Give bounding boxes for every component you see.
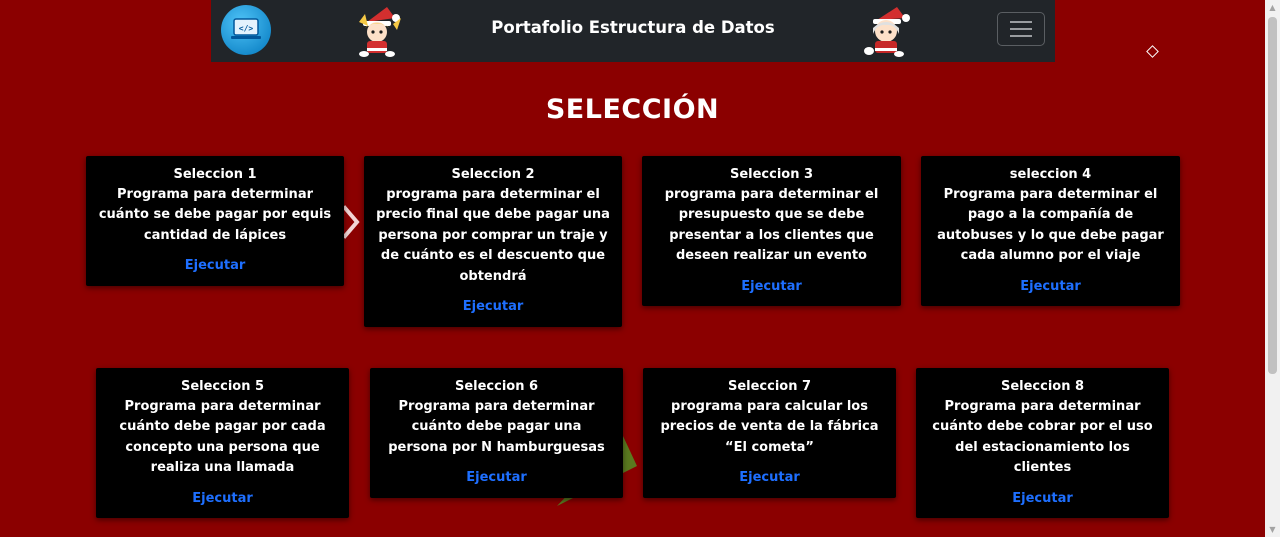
selection-card-5: Seleccion 5 Programa para determinar cuá… xyxy=(96,368,349,518)
selection-card-7: Seleccion 7 programa para calcular los p… xyxy=(643,368,896,498)
selection-card-6: Seleccion 6 Programa para determinar cuá… xyxy=(370,368,623,498)
execute-link[interactable]: Ejecutar xyxy=(655,470,884,485)
card-title: Seleccion 8 xyxy=(1000,379,1085,394)
scrollbar-thumb[interactable] xyxy=(1268,17,1277,374)
selection-card-4: seleccion 4 Programa para determinar el … xyxy=(921,156,1180,306)
card-title: Seleccion 5 xyxy=(180,379,265,394)
execute-link[interactable]: Ejecutar xyxy=(108,491,337,506)
card-description: Programa para determinar el pago a la co… xyxy=(937,187,1164,264)
card-description: programa para determinar el presupuesto … xyxy=(664,187,879,264)
selection-card-3: Seleccion 3 programa para determinar el … xyxy=(642,156,901,306)
execute-link[interactable]: Ejecutar xyxy=(928,491,1157,506)
card-description: Programa para determinar cuánto debe cob… xyxy=(932,399,1153,476)
vertical-scrollbar[interactable]: ▲ ▼ xyxy=(1265,0,1280,537)
card-description: Programa para determinar cuánto se debe … xyxy=(98,187,332,243)
execute-link[interactable]: Ejecutar xyxy=(654,279,889,294)
scroll-up-arrow-icon[interactable]: ▲ xyxy=(1265,0,1280,15)
card-description: Programa para determinar cuánto debe pag… xyxy=(119,399,326,476)
selection-card-2: Seleccion 2 programa para determinar el … xyxy=(364,156,622,327)
card-description: programa para determinar el precio final… xyxy=(376,187,610,284)
card-description: programa para calcular los precios de ve… xyxy=(660,399,879,455)
execute-link[interactable]: Ejecutar xyxy=(382,470,611,485)
navbar: </> Portafolio Estructura de Datos xyxy=(211,0,1055,62)
santa-mascot-icon xyxy=(864,7,910,57)
card-title: seleccion 4 xyxy=(1009,167,1092,182)
card-title: Seleccion 3 xyxy=(729,167,814,182)
card-title: Seleccion 1 xyxy=(173,167,257,182)
diamond-decoration-icon xyxy=(1146,45,1159,58)
execute-link[interactable]: Ejecutar xyxy=(98,258,332,273)
card-title: Seleccion 2 xyxy=(451,167,535,182)
execute-link[interactable]: Ejecutar xyxy=(933,279,1168,294)
scroll-down-arrow-icon[interactable]: ▼ xyxy=(1265,522,1280,537)
card-title: Seleccion 6 xyxy=(454,379,539,394)
page-title: SELECCIÓN xyxy=(545,94,720,125)
selection-card-1: Seleccion 1 Programa para determinar cuá… xyxy=(86,156,344,286)
card-title: Seleccion 7 xyxy=(727,379,812,394)
card-description: Programa para determinar cuánto debe pag… xyxy=(388,399,605,455)
selection-card-8: Seleccion 8 Programa para determinar cuá… xyxy=(916,368,1169,518)
navbar-brand[interactable]: Portafolio Estructura de Datos xyxy=(211,18,1055,37)
execute-link[interactable]: Ejecutar xyxy=(376,299,610,314)
hamburger-menu-icon[interactable] xyxy=(997,12,1045,46)
